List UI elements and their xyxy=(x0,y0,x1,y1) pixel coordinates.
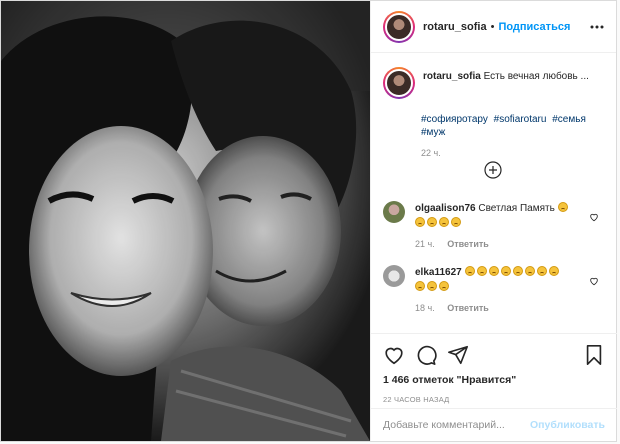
hashtag-link[interactable]: #семья xyxy=(552,114,586,125)
avatar-image xyxy=(385,69,413,97)
comment-body: Светлая Память xyxy=(478,203,555,214)
sad-face-icon xyxy=(512,266,523,276)
commenter-avatar[interactable] xyxy=(383,201,405,223)
paper-plane-icon[interactable] xyxy=(447,344,469,366)
reply-button[interactable]: Ответить xyxy=(447,239,489,249)
sad-face-icon xyxy=(464,266,475,276)
sad-face-icon xyxy=(488,266,499,276)
post-actions: 1 466 отметок "Нравится" 22 ЧАСОВ НАЗАД xyxy=(371,333,617,404)
author-username[interactable]: rotaru_sofia xyxy=(423,21,487,33)
hashtags: #софияротару #sofiarotaru #семья #муж xyxy=(421,113,601,139)
comment-time: 21 ч. xyxy=(415,239,435,249)
sad-face-icon xyxy=(536,266,547,276)
separator-dot: • xyxy=(490,20,495,33)
commenter-username[interactable]: olgaalison76 xyxy=(415,203,476,214)
comment-time: 18 ч. xyxy=(415,303,435,313)
sad-face-icon xyxy=(524,266,535,276)
heart-icon[interactable] xyxy=(589,209,599,222)
more-icon[interactable] xyxy=(588,18,606,36)
hashtag-link[interactable]: #софияротару xyxy=(421,114,488,125)
comment-input[interactable] xyxy=(383,419,531,431)
heart-icon[interactable] xyxy=(589,273,599,286)
sad-face-icon xyxy=(557,202,568,212)
sad-face-icon xyxy=(548,266,559,276)
sad-face-icon xyxy=(415,281,425,291)
post-sidebar: rotaru_sofia • Подписаться rotaru_sofia … xyxy=(370,1,617,441)
heart-icon[interactable] xyxy=(383,344,405,366)
sad-face-icon xyxy=(415,217,425,227)
post-photo-image xyxy=(1,1,370,441)
sad-face-icon xyxy=(500,266,511,276)
hashtag-link[interactable]: #sofiarotaru xyxy=(494,114,547,125)
post-photo[interactable] xyxy=(1,1,370,441)
add-comment-bar: Опубликовать xyxy=(371,408,617,441)
sad-face-icon xyxy=(439,217,449,227)
plus-circle-icon[interactable] xyxy=(484,161,502,179)
comment-meta: 18 ч. Ответить xyxy=(415,303,587,313)
comment-icon[interactable] xyxy=(415,344,437,366)
sad-face-icon xyxy=(451,217,461,227)
follow-button[interactable]: Подписаться xyxy=(498,21,570,33)
commenter-avatar[interactable] xyxy=(383,265,405,287)
post-timestamp[interactable]: 22 ЧАСОВ НАЗАД xyxy=(383,395,605,404)
sad-face-icon xyxy=(427,217,437,227)
publish-button[interactable]: Опубликовать xyxy=(530,419,605,431)
caption-text: rotaru_sofia Есть вечная любовь ... xyxy=(423,67,589,83)
bookmark-icon[interactable] xyxy=(583,344,605,366)
comment-item: elka11627 18 ч. Ответить xyxy=(383,265,605,313)
caption-time: 22 ч. xyxy=(421,148,441,158)
caption-username[interactable]: rotaru_sofia xyxy=(423,71,481,82)
comment-meta: 21 ч. Ответить xyxy=(415,239,587,249)
likes-count[interactable]: 1 466 отметок "Нравится" xyxy=(383,374,605,386)
hashtag-link[interactable]: #муж xyxy=(421,127,445,138)
author-avatar[interactable] xyxy=(383,10,415,43)
avatar-image xyxy=(385,12,413,41)
sad-face-icon xyxy=(476,266,487,276)
caption-body: Есть вечная любовь ... xyxy=(483,71,589,82)
sad-face-icon xyxy=(439,281,449,291)
comment-text: elka11627 xyxy=(415,265,587,295)
instagram-post: rotaru_sofia • Подписаться rotaru_sofia … xyxy=(0,0,617,442)
commenter-username[interactable]: elka11627 xyxy=(415,267,462,278)
comment-item: olgaalison76 Светлая Память 21 ч. Ответи… xyxy=(383,201,605,249)
caption-author-avatar[interactable] xyxy=(383,67,415,99)
reply-button[interactable]: Ответить xyxy=(447,303,489,313)
post-header: rotaru_sofia • Подписаться xyxy=(371,1,616,53)
sad-face-icon xyxy=(427,281,437,291)
comment-text: olgaalison76 Светлая Память xyxy=(415,201,587,231)
post-caption: rotaru_sofia Есть вечная любовь ... #соф… xyxy=(383,67,605,158)
